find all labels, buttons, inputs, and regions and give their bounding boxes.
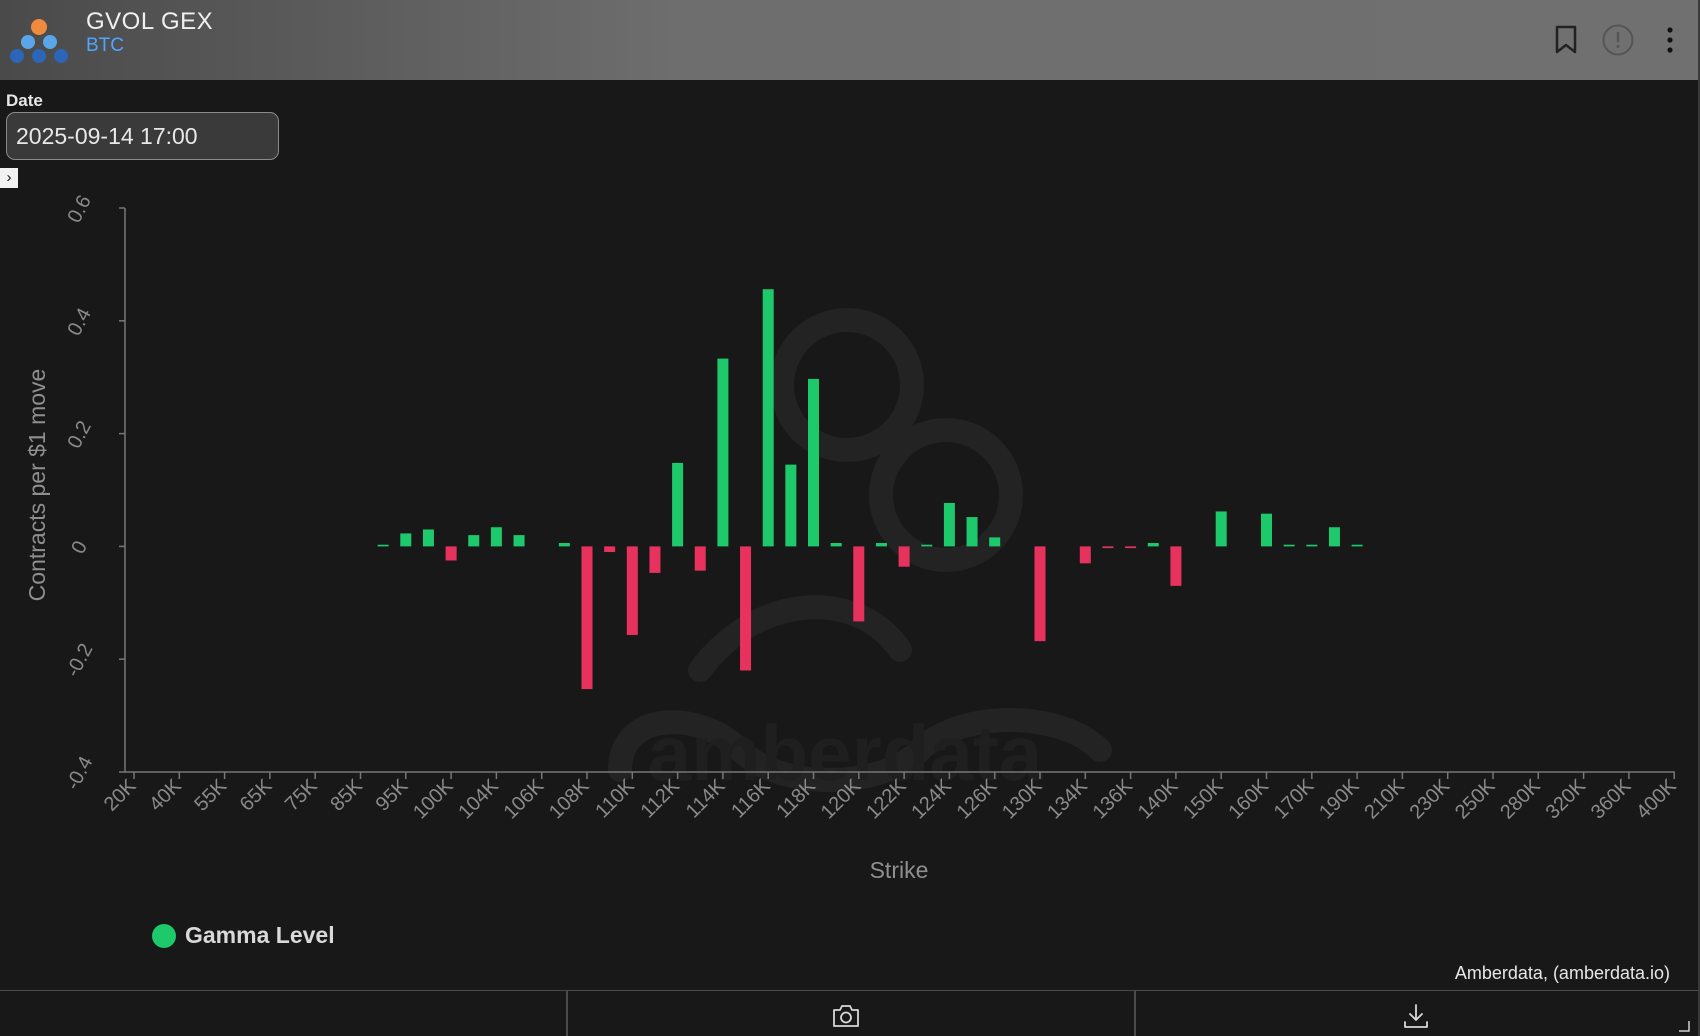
bar-positive[interactable] xyxy=(1328,527,1340,547)
x-tick-label: 95K xyxy=(372,775,413,816)
x-tick-label: 140K xyxy=(1134,775,1183,824)
bar-negative[interactable] xyxy=(581,546,593,690)
x-tick-label: 108K xyxy=(545,775,594,824)
x-tick-label: 100K xyxy=(409,775,458,824)
chart-credit: Amberdata, (amberdata.io) xyxy=(1454,963,1670,983)
y-tick-label: -0.4 xyxy=(62,753,98,794)
x-tick-label: 65K xyxy=(236,775,277,816)
x-tick-label: 250K xyxy=(1451,775,1500,824)
bar-negative[interactable] xyxy=(1170,546,1182,586)
x-tick-label: 190K xyxy=(1315,775,1364,824)
widget-title: GVOL GEX xyxy=(86,8,214,35)
bar-positive[interactable] xyxy=(966,517,978,547)
footer-divider xyxy=(566,991,568,1036)
x-tick-label: 55K xyxy=(190,775,231,816)
x-tick-label: 150K xyxy=(1179,775,1228,824)
x-tick-label: 280K xyxy=(1496,775,1545,824)
x-tick-label: 210K xyxy=(1360,775,1409,824)
bar-negative[interactable] xyxy=(1102,546,1114,549)
y-tick-label: 0 xyxy=(67,538,92,558)
bar-negative[interactable] xyxy=(445,546,457,561)
x-tick-label: 85K xyxy=(326,775,367,816)
bar-positive[interactable] xyxy=(1283,544,1295,547)
bar-positive[interactable] xyxy=(785,464,797,547)
bar-positive[interactable] xyxy=(400,533,412,547)
bar-negative[interactable] xyxy=(649,546,661,573)
x-tick-label: 110K xyxy=(591,775,639,823)
bar-negative[interactable] xyxy=(898,546,910,567)
y-tick-label: 0.6 xyxy=(63,192,95,227)
bar-positive[interactable] xyxy=(830,543,842,547)
alert-circle-icon[interactable] xyxy=(1600,22,1636,58)
x-tick-label: 136K xyxy=(1089,775,1138,824)
legend-item-gamma-level[interactable]: Gamma Level xyxy=(152,922,335,949)
x-axis-title: Strike xyxy=(870,857,929,883)
date-field[interactable] xyxy=(6,112,279,160)
bar-positive[interactable] xyxy=(377,544,389,547)
asset-label: BTC xyxy=(86,35,124,56)
x-tick-label: 400K xyxy=(1632,775,1681,824)
footer-divider xyxy=(1134,991,1136,1036)
widget-footer xyxy=(0,990,1698,1036)
bar-negative[interactable] xyxy=(1034,546,1046,642)
bar-negative[interactable] xyxy=(740,546,752,671)
bar-positive[interactable] xyxy=(1306,544,1318,547)
bar-positive[interactable] xyxy=(921,544,933,547)
x-tick-label: 360K xyxy=(1587,775,1636,824)
x-tick-label: 104K xyxy=(454,775,503,824)
bar-positive[interactable] xyxy=(1351,544,1363,547)
gex-widget: GVOL GEX BTC Date › amberdata -0.4-0.200… xyxy=(0,0,1700,1036)
bar-positive[interactable] xyxy=(490,527,502,547)
x-tick-label: 170K xyxy=(1270,775,1319,824)
x-tick-label: 230K xyxy=(1406,775,1455,824)
gvol-logo xyxy=(10,19,68,63)
bar-positive[interactable] xyxy=(808,378,819,547)
bar-negative[interactable] xyxy=(1125,546,1137,549)
widget-header: GVOL GEX BTC xyxy=(0,0,1698,80)
bar-positive[interactable] xyxy=(558,543,570,547)
y-tick-label: 0.2 xyxy=(63,417,95,452)
gex-bar-chart: amberdata -0.4-0.200.20.40.620K 40K 55K 65K… xyxy=(24,192,1681,883)
more-vertical-icon[interactable] xyxy=(1652,22,1688,58)
bar-positive[interactable] xyxy=(1215,511,1227,547)
x-tick-label: 40K xyxy=(145,775,186,816)
x-tick-label: 20K xyxy=(100,775,141,816)
bar-negative[interactable] xyxy=(694,546,706,571)
bar-negative[interactable] xyxy=(1079,546,1091,564)
legend-label: Gamma Level xyxy=(185,922,335,948)
bar-positive[interactable] xyxy=(943,502,955,547)
bar-negative[interactable] xyxy=(853,546,865,622)
x-tick-label: 320K xyxy=(1542,775,1591,824)
bar-positive[interactable] xyxy=(1261,513,1272,547)
bar-positive[interactable] xyxy=(422,529,434,547)
bar-positive[interactable] xyxy=(717,358,729,547)
bar-positive[interactable] xyxy=(875,543,887,547)
y-axis-title: Contracts per $1 move xyxy=(24,369,50,602)
legend-marker xyxy=(152,923,176,948)
expand-panel-button[interactable]: › xyxy=(0,168,18,188)
bar-positive[interactable] xyxy=(989,537,1001,547)
bar-positive[interactable] xyxy=(468,535,480,547)
x-tick-label: 160K xyxy=(1224,775,1273,824)
x-tick-label: 75K xyxy=(281,775,322,816)
camera-icon[interactable] xyxy=(828,999,864,1033)
x-tick-label: 106K xyxy=(500,775,549,824)
bar-positive[interactable] xyxy=(672,462,684,547)
bar-positive[interactable] xyxy=(762,289,774,547)
bar-negative[interactable] xyxy=(626,546,638,635)
bar-negative[interactable] xyxy=(604,546,616,553)
x-tick-label: 134K xyxy=(1043,775,1092,824)
resize-handle-icon[interactable] xyxy=(1678,1020,1690,1032)
bar-positive[interactable] xyxy=(513,535,525,547)
date-label: Date xyxy=(6,91,43,110)
bookmark-icon[interactable] xyxy=(1548,22,1584,58)
bar-positive[interactable] xyxy=(1147,543,1159,547)
y-tick-label: 0.4 xyxy=(63,305,95,340)
download-icon[interactable] xyxy=(1398,999,1434,1033)
y-tick-label: -0.2 xyxy=(62,640,98,681)
